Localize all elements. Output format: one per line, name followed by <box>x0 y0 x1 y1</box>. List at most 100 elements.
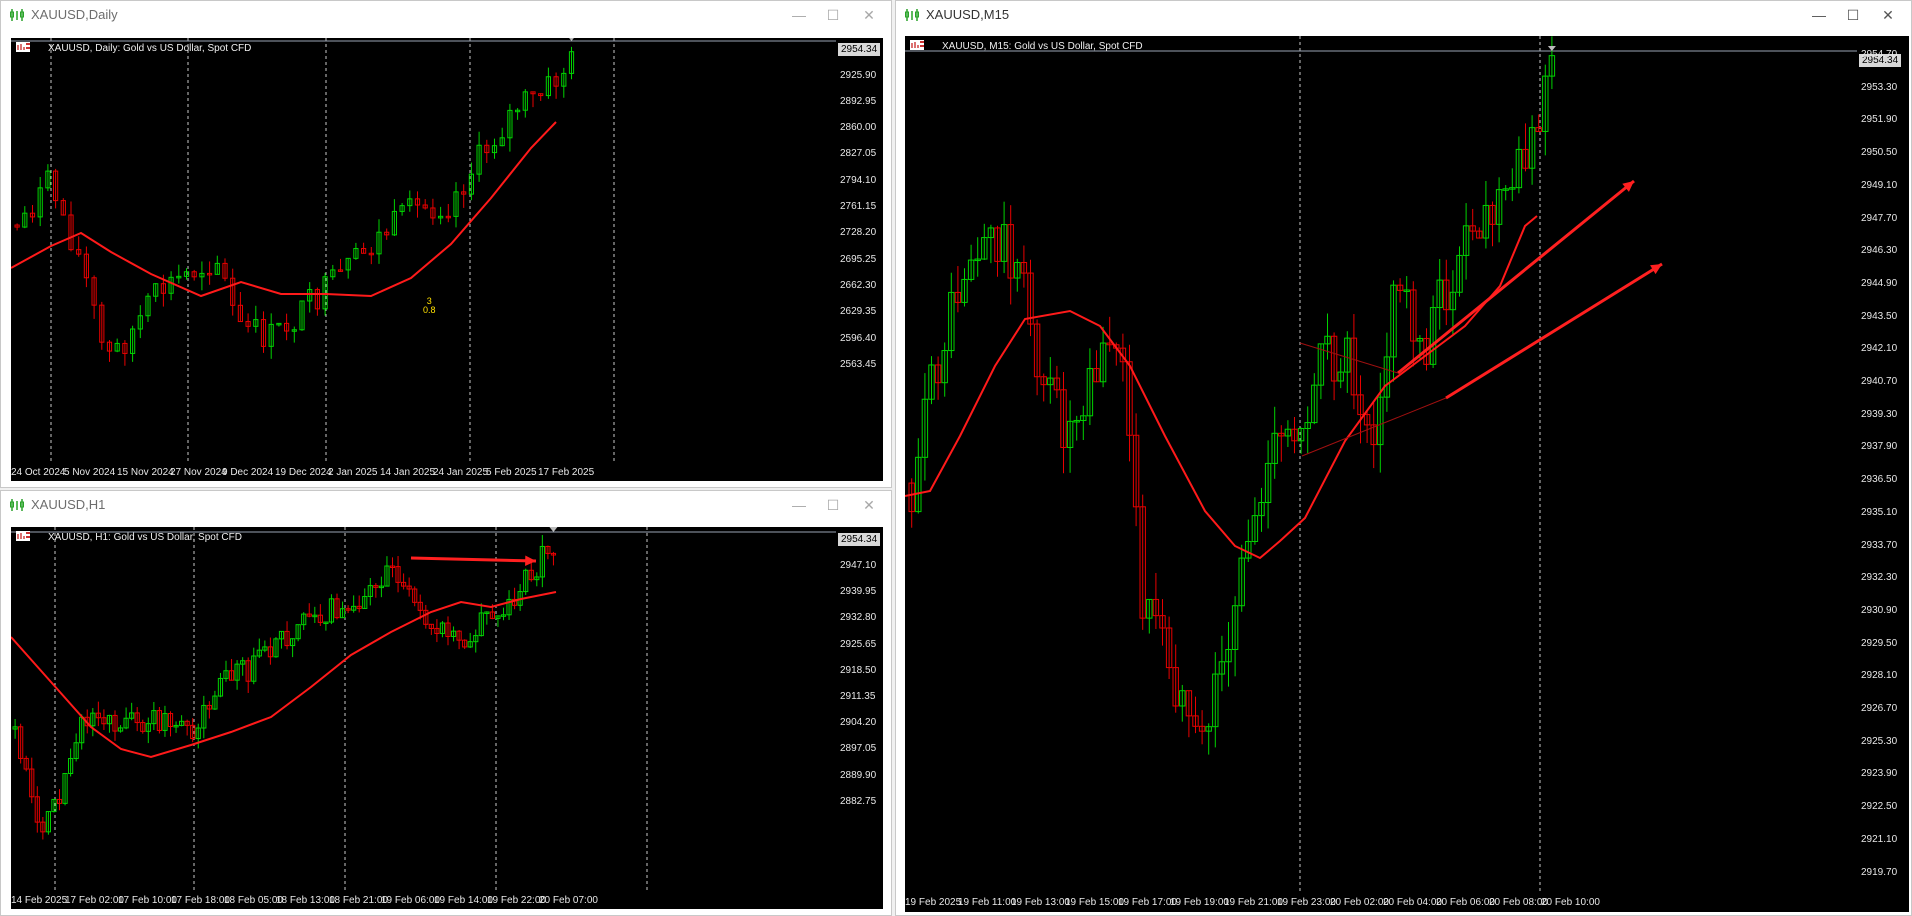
close-button[interactable]: ✕ <box>1874 3 1902 27</box>
candle <box>1007 205 1014 305</box>
candle <box>278 630 285 649</box>
candle <box>1350 314 1358 410</box>
time-scale-label: 19 Feb 14:00 <box>434 895 493 906</box>
candle <box>1489 201 1496 247</box>
candle <box>179 715 185 727</box>
minimize-button[interactable]: — <box>785 3 813 27</box>
candle <box>550 551 557 566</box>
close-button[interactable]: ✕ <box>855 493 883 517</box>
candle <box>1146 598 1153 634</box>
candle <box>545 545 551 560</box>
candle <box>1337 358 1344 389</box>
chart-grid <box>1299 36 1541 894</box>
candle <box>412 586 418 607</box>
titlebar[interactable]: XAUUSD,Daily — ☐ ✕ <box>1 1 891 29</box>
price-scale-label: 2596.40 <box>840 332 877 344</box>
candle <box>1383 332 1391 412</box>
maximize-button[interactable]: ☐ <box>819 493 847 517</box>
time-scale-label: 19 Feb 21:00 <box>1224 897 1283 908</box>
candle <box>91 275 97 319</box>
time-scale-label: 19 Feb 11:00 <box>958 897 1017 908</box>
time-scale-label: 20 Feb 02:00 <box>1330 897 1389 908</box>
minimize-button[interactable]: — <box>1805 3 1833 27</box>
candle <box>345 605 351 614</box>
candle <box>368 246 374 265</box>
price-chart[interactable]: XAUUSD, M15: Gold vs US Dollar, Spot CFD <box>905 36 1857 894</box>
time-scale-label: 19 Feb 19:00 <box>1170 897 1229 908</box>
candle <box>1278 425 1285 462</box>
time-scale-label: 17 Feb 10:00 <box>118 895 177 906</box>
close-button[interactable]: ✕ <box>855 3 883 27</box>
time-scale[interactable]: 24 Oct 2024 5 Nov 2024 15 Nov 2024 27 Nov 2… <box>11 464 883 481</box>
candle <box>276 322 282 327</box>
time-scale-label: 14 Feb 2025 <box>11 895 68 906</box>
chart-window-m15[interactable]: XAUUSD,M15 — ☐ ✕ XAUUSD, M15: Gold vs US… <box>895 0 1912 916</box>
time-scale[interactable]: 14 Feb 2025 17 Feb 02:00 17 Feb 10:00 17 Fe… <box>11 892 883 909</box>
trend-line <box>1299 342 1399 374</box>
time-scale-label: 17 Feb 02:00 <box>65 895 124 906</box>
titlebar[interactable]: XAUUSD,M15 — ☐ ✕ <box>896 1 1911 29</box>
candle <box>468 162 474 201</box>
candle <box>1344 331 1351 393</box>
candle <box>40 816 46 840</box>
candle <box>1443 259 1450 326</box>
candle <box>430 198 436 225</box>
trend-arrow <box>1397 179 1635 375</box>
price-chart[interactable]: XAUUSD, Daily: Gold vs US Dollar, Spot C… <box>11 38 836 464</box>
candle <box>68 748 74 777</box>
candle <box>428 623 434 635</box>
candle <box>1548 36 1556 90</box>
titlebar[interactable]: XAUUSD,H1 — ☐ ✕ <box>1 491 891 519</box>
candle <box>462 639 468 650</box>
candle <box>122 340 128 366</box>
price-scale-label: 2929.50 <box>1861 637 1898 649</box>
candle <box>29 757 35 804</box>
candle <box>384 556 390 587</box>
price-scale-label: 2925.65 <box>840 638 877 650</box>
maximize-button[interactable]: ☐ <box>819 3 847 27</box>
chart-window-daily[interactable]: XAUUSD,Daily — ☐ ✕ XAUUSD, Daily: Gold v… <box>0 0 892 488</box>
arrow-shaft <box>410 556 537 563</box>
candle <box>1403 276 1410 309</box>
candle <box>506 590 512 620</box>
price-chart[interactable]: XAUUSD, H1: Gold vs US Dollar, Spot CFD <box>11 527 836 892</box>
price-scale[interactable]: 2954.34 2954.70 2953.30 2951.90 2950.50 2949… <box>1857 36 1909 894</box>
candle <box>199 261 205 291</box>
chart-type-icon <box>16 42 44 53</box>
candle <box>245 313 251 333</box>
candle <box>1060 371 1067 474</box>
price-scale[interactable]: 2954.34 2947.10 2939.95 2932.80 2925.65 2918… <box>836 527 883 892</box>
candle <box>1264 440 1272 529</box>
candle <box>223 660 229 682</box>
candle <box>145 717 151 744</box>
moving-average-line <box>905 215 1538 560</box>
price-scale-label: 2947.10 <box>840 560 877 571</box>
candle <box>1297 427 1305 454</box>
price-scale-label: 2919.70 <box>1861 866 1898 878</box>
maximize-button[interactable]: ☐ <box>1839 3 1867 27</box>
candle <box>245 657 251 693</box>
candle <box>140 719 146 734</box>
candle <box>12 719 18 739</box>
candle <box>1198 710 1206 745</box>
time-scale[interactable]: 19 Feb 2025 19 Feb 11:00 19 Feb 13:00 19 Fe… <box>905 894 1909 912</box>
minimize-button[interactable]: — <box>785 493 813 517</box>
candle <box>1311 373 1318 425</box>
candle <box>1271 406 1278 479</box>
candle <box>345 257 351 279</box>
candle <box>18 723 24 764</box>
chart-window-h1[interactable]: XAUUSD,H1 — ☐ ✕ XAUUSD, H1: Gold vs US D… <box>0 490 892 916</box>
price-scale-label: 2922.50 <box>1861 801 1898 813</box>
time-scale-label: 20 Feb 07:00 <box>539 895 598 906</box>
candle <box>1040 373 1047 402</box>
candle <box>1053 365 1061 399</box>
candle <box>95 701 101 727</box>
price-scale[interactable]: 2954.34 2925.90 2892.95 2860.00 2827.05 2794… <box>836 38 883 464</box>
price-scale-label: 2936.50 <box>1861 474 1898 486</box>
candle <box>284 313 290 341</box>
price-scale-label: 2944.90 <box>1861 277 1898 289</box>
window-title: XAUUSD,H1 <box>31 497 106 512</box>
price-scale-label: 2629.35 <box>840 306 877 318</box>
candle <box>545 67 551 99</box>
candle <box>450 626 457 642</box>
